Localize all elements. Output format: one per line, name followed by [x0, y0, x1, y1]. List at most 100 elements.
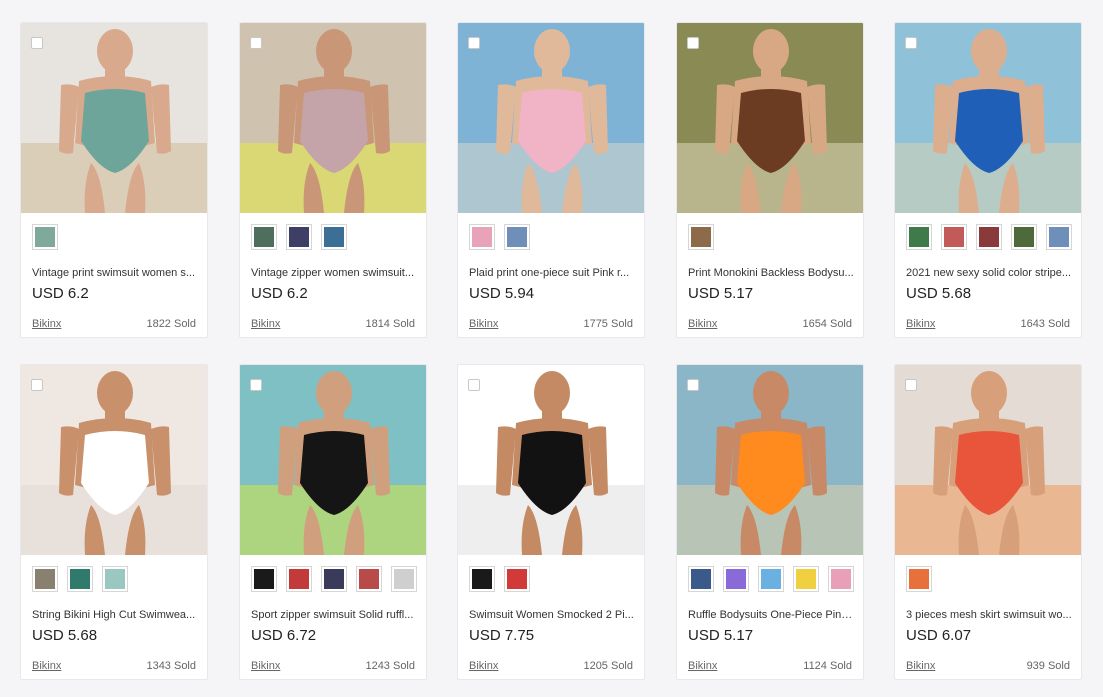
color-swatch[interactable]: [321, 566, 347, 592]
color-swatch[interactable]: [723, 566, 749, 592]
product-price: USD 6.2: [251, 285, 308, 302]
sold-count: 1205 Sold: [583, 660, 633, 672]
select-checkbox[interactable]: [31, 379, 43, 391]
color-swatch[interactable]: [321, 224, 347, 250]
color-swatch[interactable]: [504, 224, 530, 250]
product-card[interactable]: Vintage print swimsuit women s... USD 6.2…: [20, 22, 208, 338]
sold-count: 939 Sold: [1026, 660, 1070, 672]
product-card[interactable]: Plaid print one-piece suit Pink r... USD …: [457, 22, 645, 338]
color-swatches: [688, 224, 714, 252]
color-swatch[interactable]: [1046, 224, 1072, 250]
select-checkbox[interactable]: [31, 37, 43, 49]
store-link[interactable]: Bikinx: [32, 660, 61, 672]
select-checkbox[interactable]: [687, 379, 699, 391]
product-image[interactable]: [458, 365, 644, 555]
color-swatches: [32, 566, 128, 594]
color-swatch[interactable]: [688, 566, 714, 592]
color-swatch[interactable]: [251, 224, 277, 250]
product-image[interactable]: [240, 365, 426, 555]
product-title[interactable]: Swimsuit Women Smocked 2 Pi...: [469, 609, 635, 621]
product-card[interactable]: › Ruffle Bodysuits One-Piece Pink... USD 5…: [676, 364, 864, 680]
color-swatch[interactable]: [469, 224, 495, 250]
store-link[interactable]: Bikinx: [32, 318, 61, 330]
color-swatch[interactable]: [793, 566, 819, 592]
color-swatch[interactable]: [941, 224, 967, 250]
color-swatch[interactable]: [828, 566, 854, 592]
product-card[interactable]: 2021 new sexy solid color stripe... USD 5…: [894, 22, 1082, 338]
color-swatch[interactable]: [356, 566, 382, 592]
color-swatch[interactable]: [251, 566, 277, 592]
product-image[interactable]: [895, 365, 1081, 555]
color-swatch[interactable]: [758, 566, 784, 592]
product-title[interactable]: String Bikini High Cut Swimwea...: [32, 609, 198, 621]
select-checkbox[interactable]: [905, 379, 917, 391]
product-image[interactable]: [458, 23, 644, 213]
chevron-right-icon[interactable]: ›: [426, 566, 427, 592]
color-swatch[interactable]: [391, 566, 417, 592]
store-link[interactable]: Bikinx: [906, 318, 935, 330]
product-price: USD 5.68: [32, 627, 98, 644]
sold-count: 1243 Sold: [365, 660, 415, 672]
color-swatch[interactable]: [102, 566, 128, 592]
product-image[interactable]: [21, 365, 207, 555]
color-swatch[interactable]: [906, 566, 932, 592]
product-price: USD 5.17: [688, 627, 754, 644]
product-title[interactable]: Vintage zipper women swimsuit...: [251, 267, 417, 279]
product-card[interactable]: 3 pieces mesh skirt swimsuit wo... USD 6.…: [894, 364, 1082, 680]
sold-count: 1124 Sold: [803, 660, 852, 672]
product-image[interactable]: [21, 23, 207, 213]
store-link[interactable]: Bikinx: [251, 318, 280, 330]
store-link[interactable]: Bikinx: [251, 660, 280, 672]
product-title[interactable]: Sport zipper swimsuit Solid ruffl...: [251, 609, 417, 621]
product-price: USD 6.07: [906, 627, 972, 644]
select-checkbox[interactable]: [468, 379, 480, 391]
color-swatch[interactable]: [688, 224, 714, 250]
select-checkbox[interactable]: [468, 37, 480, 49]
select-checkbox[interactable]: [905, 37, 917, 49]
product-title[interactable]: 2021 new sexy solid color stripe...: [906, 267, 1072, 279]
color-swatch[interactable]: [286, 566, 312, 592]
product-image[interactable]: [677, 365, 863, 555]
product-price: USD 5.94: [469, 285, 535, 302]
product-title[interactable]: Vintage print swimsuit women s...: [32, 267, 198, 279]
color-swatch[interactable]: [976, 224, 1002, 250]
product-title[interactable]: 3 pieces mesh skirt swimsuit wo...: [906, 609, 1072, 621]
chevron-right-icon[interactable]: ›: [863, 566, 864, 592]
product-title[interactable]: Ruffle Bodysuits One-Piece Pink...: [688, 609, 854, 621]
color-swatches: [32, 224, 58, 252]
color-swatch[interactable]: [469, 566, 495, 592]
store-link[interactable]: Bikinx: [469, 318, 498, 330]
color-swatch[interactable]: [286, 224, 312, 250]
color-swatches: [906, 224, 1072, 252]
sold-count: 1643 Sold: [1020, 318, 1070, 330]
product-card[interactable]: › Sport zipper swimsuit Solid ruffl... USD…: [239, 364, 427, 680]
color-swatches: ›: [688, 566, 864, 594]
color-swatches: [469, 224, 530, 252]
product-image[interactable]: [895, 23, 1081, 213]
color-swatches: ›: [251, 566, 427, 594]
select-checkbox[interactable]: [250, 379, 262, 391]
color-swatch[interactable]: [32, 566, 58, 592]
color-swatch[interactable]: [504, 566, 530, 592]
product-image[interactable]: [677, 23, 863, 213]
product-grid: Vintage print swimsuit women s... USD 6.2…: [0, 0, 1103, 697]
store-link[interactable]: Bikinx: [688, 318, 717, 330]
color-swatch[interactable]: [1011, 224, 1037, 250]
color-swatch[interactable]: [906, 224, 932, 250]
product-title[interactable]: Plaid print one-piece suit Pink r...: [469, 267, 635, 279]
store-link[interactable]: Bikinx: [688, 660, 717, 672]
store-link[interactable]: Bikinx: [469, 660, 498, 672]
product-card[interactable]: Vintage zipper women swimsuit... USD 6.2 B…: [239, 22, 427, 338]
select-checkbox[interactable]: [250, 37, 262, 49]
product-card[interactable]: Swimsuit Women Smocked 2 Pi... USD 7.75 Bi…: [457, 364, 645, 680]
product-title[interactable]: Print Monokini Backless Bodysu...: [688, 267, 854, 279]
product-price: USD 7.75: [469, 627, 535, 644]
product-card[interactable]: String Bikini High Cut Swimwea... USD 5.6…: [20, 364, 208, 680]
color-swatches: [469, 566, 530, 594]
product-card[interactable]: Print Monokini Backless Bodysu... USD 5.1…: [676, 22, 864, 338]
color-swatch[interactable]: [32, 224, 58, 250]
store-link[interactable]: Bikinx: [906, 660, 935, 672]
product-image[interactable]: [240, 23, 426, 213]
color-swatch[interactable]: [67, 566, 93, 592]
select-checkbox[interactable]: [687, 37, 699, 49]
